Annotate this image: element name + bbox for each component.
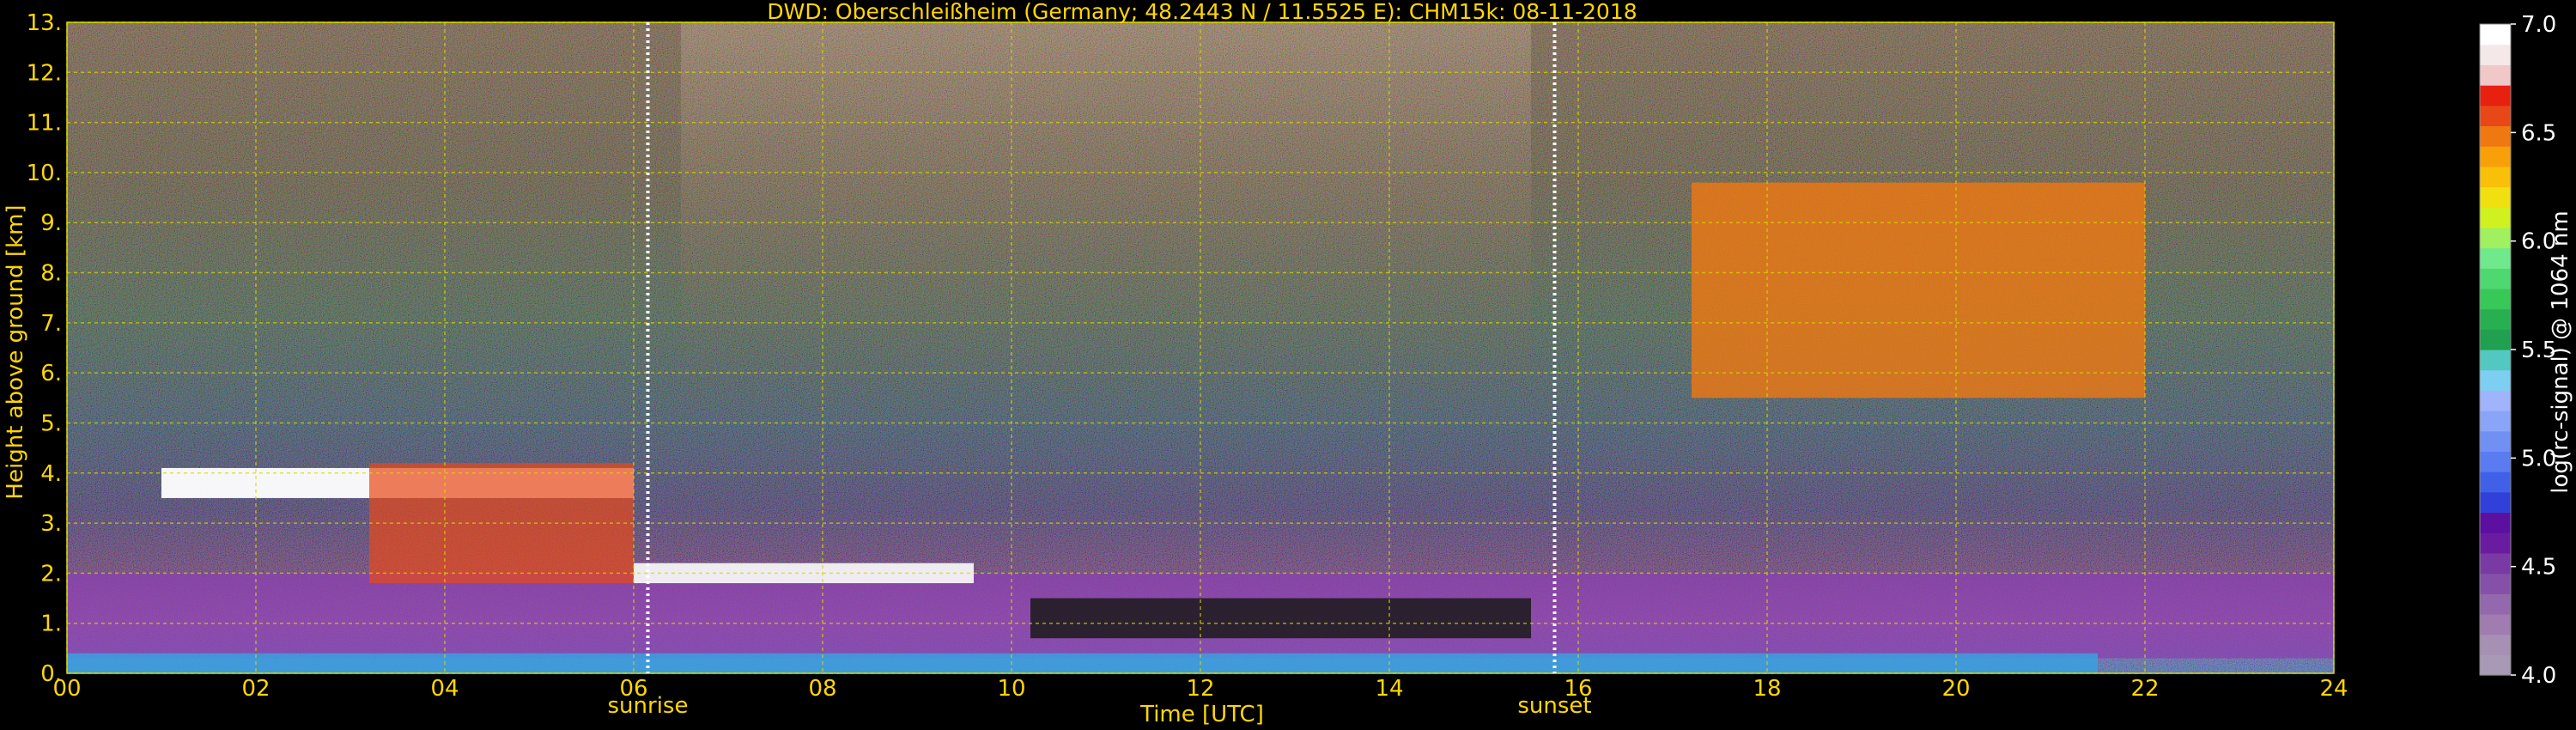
colorbar-segment — [2480, 411, 2511, 432]
colorbar-segment — [2480, 329, 2511, 350]
colorbar-segment — [2480, 186, 2511, 208]
colorbar-segment — [2480, 146, 2511, 167]
x-axis-ticks: 00 02 04 06 08 10 12 14 16 18 20 22 24 — [52, 676, 2348, 702]
x-tick-label: 12 — [1186, 676, 1214, 702]
chart-title: DWD: Oberschleißheim (Germany; 48.2443 N… — [767, 0, 1637, 24]
x-tick-label: 24 — [2319, 676, 2348, 702]
colorbar-segment — [2480, 390, 2511, 411]
colorbar-segment — [2480, 471, 2511, 493]
y-tick-label: 6. — [40, 361, 62, 386]
x-tick-label: 20 — [1941, 676, 1970, 702]
colorbar-segment — [2480, 573, 2511, 594]
colorbar-segment — [2480, 532, 2511, 554]
x-tick-label: 04 — [430, 676, 459, 702]
x-tick-label: 16 — [1564, 676, 1592, 702]
colorbar-segment — [2480, 593, 2511, 615]
lidar-chart: sunrise sunset 00 02 04 06 08 10 12 14 16 18 20 22 24… — [3, 0, 2573, 727]
colorbar-tick-label: 4.5 — [2521, 555, 2556, 581]
y-axis-label: Height above ground [km] — [3, 204, 28, 499]
colorbar-segment — [2480, 491, 2511, 514]
colorbar-segment — [2480, 247, 2511, 269]
y-axis-ticks: 0. 1. 2. 3. 4. 5. 6. 7. 8. 9. 10. 11. 12. 13. — [27, 10, 62, 687]
layer-band — [1692, 182, 2145, 398]
y-tick-label: 0. — [40, 661, 62, 687]
y-tick-label: 9. — [40, 210, 62, 236]
y-tick-label: 2. — [40, 561, 62, 587]
y-tick-label: 12. — [27, 60, 62, 86]
colorbar-tick-label: 6.5 — [2521, 120, 2556, 146]
y-tick-label: 7. — [40, 311, 62, 337]
colorbar-segment — [2480, 105, 2511, 127]
y-tick-label: 5. — [40, 411, 62, 436]
colorbar: 4.04.55.05.56.06.57.0 — [2479, 12, 2556, 689]
layer-band — [1030, 598, 1531, 639]
colorbar-segment — [2480, 64, 2511, 86]
colorbar-segment — [2480, 308, 2511, 330]
colorbar-segment — [2480, 44, 2511, 65]
colorbar-segment — [2480, 512, 2511, 533]
colorbar-tick-label: 4.0 — [2521, 663, 2556, 689]
x-tick-label: 02 — [241, 676, 270, 702]
x-tick-label: 10 — [997, 676, 1025, 702]
y-tick-label: 3. — [40, 511, 62, 537]
colorbar-segment — [2480, 634, 2511, 655]
colorbar-segment — [2480, 85, 2511, 106]
y-tick-label: 1. — [40, 611, 62, 637]
x-tick-label: 22 — [2130, 676, 2159, 702]
colorbar-segment — [2480, 350, 2511, 371]
colorbar-segment — [2480, 369, 2511, 391]
colorbar-segment — [2480, 227, 2511, 249]
colorbar-segment — [2480, 654, 2511, 676]
colorbar-segment — [2480, 125, 2511, 147]
colorbar-segment — [2480, 451, 2511, 472]
y-tick-label: 8. — [40, 261, 62, 287]
colorbar-segment — [2480, 207, 2511, 228]
colorbar-tick-label: 7.0 — [2521, 12, 2556, 38]
y-tick-label: 10. — [27, 161, 62, 186]
colorbar-segment — [2480, 552, 2511, 575]
colorbar-segment — [2480, 613, 2511, 636]
colorbar-segment — [2480, 166, 2511, 188]
colorbar-label: log(rc-signal) @ 1064 nm — [2548, 210, 2573, 493]
y-tick-label: 11. — [27, 111, 62, 137]
y-tick-label: 13. — [27, 10, 62, 36]
x-tick-label: 06 — [619, 676, 647, 702]
colorbar-segment — [2480, 24, 2511, 46]
x-tick-label: 08 — [808, 676, 836, 702]
colorbar-segment — [2480, 268, 2511, 289]
y-tick-label: 4. — [40, 461, 62, 487]
x-tick-label: 18 — [1753, 676, 1781, 702]
colorbar-segment — [2480, 430, 2511, 453]
colorbar-segment — [2480, 288, 2511, 310]
x-tick-label: 14 — [1375, 676, 1403, 702]
layer-band — [67, 653, 2098, 673]
x-axis-label: Time [UTC] — [1139, 702, 1264, 727]
